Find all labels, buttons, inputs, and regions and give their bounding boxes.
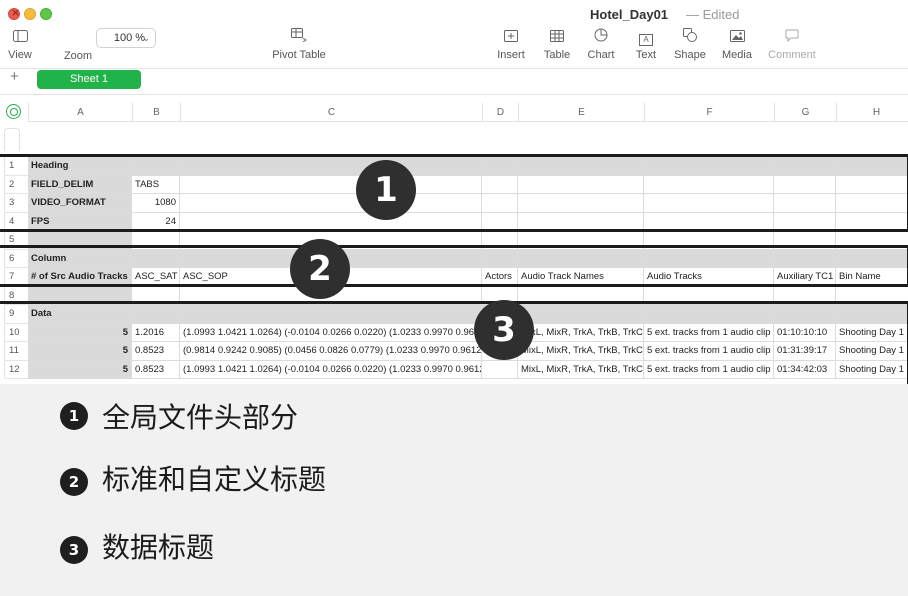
callout-badge-2: 2 (290, 239, 350, 299)
chevron-down-icon: ⌄ (142, 33, 150, 43)
comment-icon (766, 28, 818, 48)
column-header-a[interactable]: A (28, 103, 132, 122)
toolbar: View 100 % ⌄ Zoom Pivot Table Insert Tab… (0, 28, 908, 68)
comment-button[interactable]: Comment (766, 28, 818, 68)
insert-icon (492, 28, 530, 48)
column-header-d[interactable]: D (482, 103, 518, 122)
legend-number: 3 (60, 536, 88, 564)
sheet-canvas: ABCDEFGH 1 Heading 2 FIELD_DELIM TABS 3 VIDEO_… (0, 94, 908, 387)
text-button[interactable]: A Text (630, 28, 662, 68)
column-header-g[interactable]: G (774, 103, 836, 122)
column-header-h[interactable]: H (836, 103, 908, 122)
pivot-table-button[interactable]: Pivot Table (266, 28, 332, 68)
zoom-value: 100 % (113, 32, 146, 44)
table-icon (540, 28, 574, 48)
section-frame-3 (0, 301, 908, 387)
row-gutter (4, 128, 20, 151)
column-header-e[interactable]: E (518, 103, 644, 122)
zoom-select[interactable]: 100 % ⌄ (96, 28, 156, 48)
callout-badge-1: 1 (356, 160, 416, 220)
section-frame-1 (0, 154, 908, 232)
sheet-tab-bar: + Sheet 1 (0, 68, 908, 90)
section-frame-2 (0, 245, 908, 287)
fullscreen-window-button[interactable] (40, 8, 52, 20)
legend-number: 1 (60, 402, 88, 430)
close-window-button[interactable] (8, 6, 20, 20)
insert-button[interactable]: Insert (492, 28, 530, 68)
table-button[interactable]: Table (540, 28, 574, 68)
chart-button[interactable]: Chart (584, 28, 618, 68)
column-header-f[interactable]: F (644, 103, 774, 122)
sidebar-icon (2, 28, 38, 48)
legend-panel: 1 全局文件头部分 2 标准和自定义标题 3 数据标题 (0, 384, 908, 596)
legend-text: 数据标题 (102, 531, 215, 564)
column-header-c[interactable]: C (180, 103, 482, 122)
minimize-window-button[interactable] (24, 8, 36, 20)
sheet-tab-active[interactable]: Sheet 1 (37, 70, 141, 89)
view-button[interactable]: View (2, 28, 38, 68)
callout-badge-3: 3 (474, 300, 534, 360)
zoom-control[interactable]: 100 % ⌄ Zoom (48, 28, 156, 68)
title-bar: Hotel_Day01 — Edited (0, 0, 908, 28)
media-button[interactable]: Media (718, 28, 756, 68)
add-sheet-button[interactable]: + (10, 68, 19, 85)
select-all-icon[interactable] (6, 104, 21, 119)
zoom-label: Zoom (63, 50, 93, 62)
pivot-table-icon (266, 28, 332, 48)
text-box-icon: A (630, 28, 662, 48)
legend-text: 标准和自定义标题 (102, 463, 327, 496)
document-status: — Edited (686, 7, 740, 22)
legend-number: 2 (60, 468, 88, 496)
pie-chart-icon (584, 28, 618, 48)
legend-text: 全局文件头部分 (102, 401, 299, 434)
column-header-b[interactable]: B (132, 103, 180, 122)
photo-icon (718, 28, 756, 48)
shape-button[interactable]: Shape (672, 28, 708, 68)
shape-icon (672, 28, 708, 48)
document-title: Hotel_Day01 (590, 7, 669, 22)
